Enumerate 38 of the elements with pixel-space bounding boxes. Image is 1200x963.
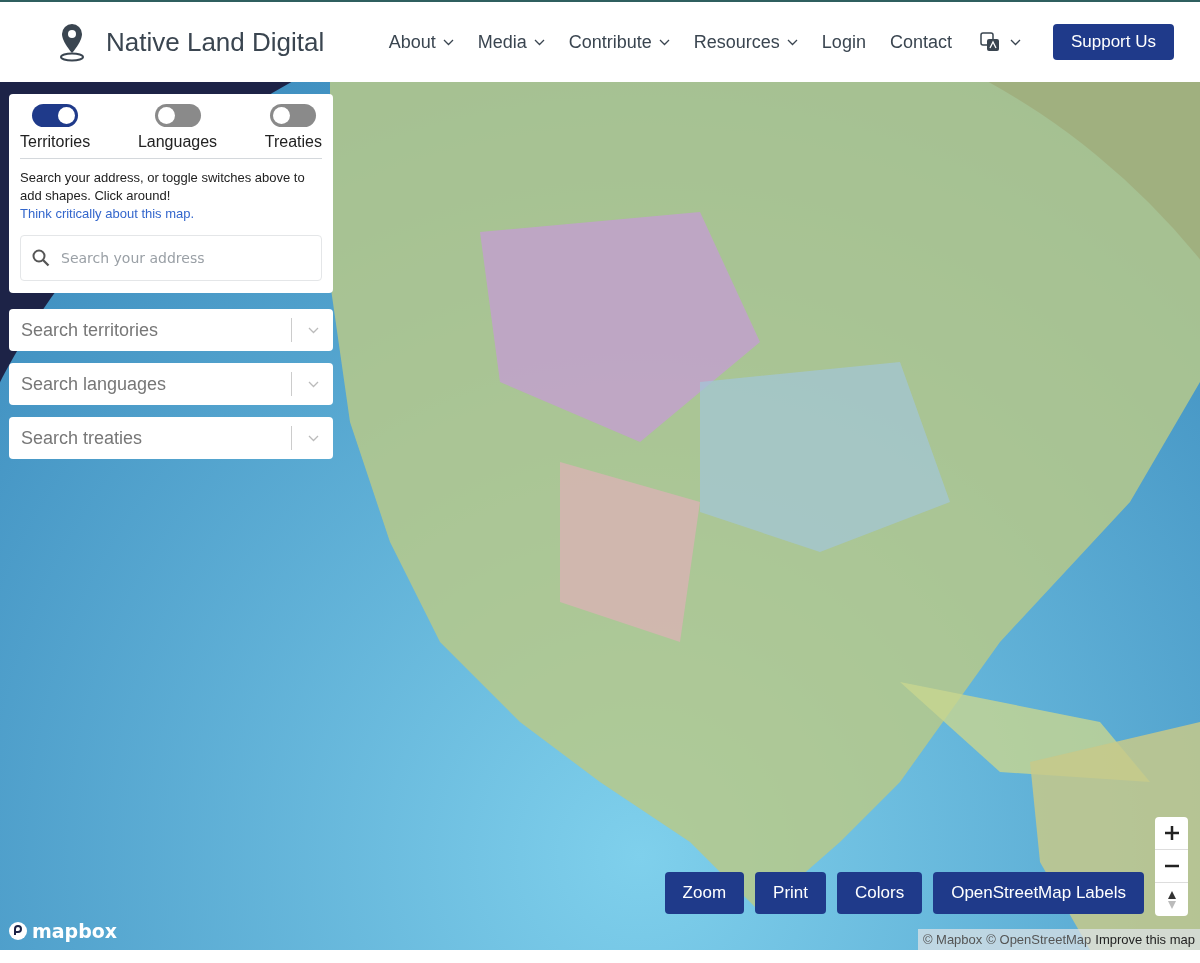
attribution-link[interactable]: © Mapbox	[922, 932, 983, 947]
nav-link[interactable]: Login	[811, 25, 876, 59]
intro-text: Search your address, or toggle switches above to add shapes. Click around! Think critically about this map.	[20, 169, 306, 223]
chevron-down-icon	[307, 380, 319, 388]
search-select[interactable]: Search languages	[9, 363, 333, 405]
logo-text: mapbox	[32, 920, 118, 942]
chevron-down-icon	[1009, 38, 1021, 46]
nav-link[interactable]: Contact	[879, 25, 962, 59]
compass-icon	[1166, 889, 1177, 910]
map-button[interactable]: Zoom	[664, 872, 745, 914]
toggle-switch[interactable]	[154, 104, 201, 127]
toggle-label: Territories	[20, 133, 91, 151]
nav-link[interactable]: Media	[467, 25, 555, 59]
chevron-down-icon	[307, 326, 319, 334]
logo-icon	[8, 921, 28, 941]
map-button[interactable]: Print	[755, 872, 827, 914]
address-search-field[interactable]: Search your address	[20, 235, 322, 281]
support-button[interactable]: Support Us	[1052, 24, 1174, 60]
search-select[interactable]: Search territories	[9, 309, 333, 351]
nav-link[interactable]: About	[378, 25, 464, 59]
chevron-down-icon	[307, 434, 319, 442]
search-icon	[32, 249, 50, 267]
map-button[interactable]: OpenStreetMap Labels	[933, 872, 1144, 914]
site-title: Native Land Digital	[106, 26, 325, 58]
critical-link[interactable]: Think critically about this map.	[20, 206, 195, 221]
toggle-switch[interactable]	[32, 104, 79, 127]
toggle-switch[interactable]	[270, 104, 317, 127]
translate-icon	[979, 32, 1000, 52]
nav-link[interactable]: Contribute	[558, 25, 680, 59]
map-button[interactable]: Colors	[837, 872, 923, 914]
nav-link[interactable]: Resources	[683, 25, 808, 59]
plus-icon	[1164, 826, 1179, 840]
map-pin-icon	[58, 22, 86, 62]
toggle-label: Treaties	[264, 133, 322, 151]
attribution-link[interactable]: © OpenStreetMap	[986, 932, 1092, 947]
search-select[interactable]: Search treaties	[9, 417, 333, 459]
toggle-label: Languages	[137, 133, 218, 151]
improve-map-link[interactable]: Improve this map	[1095, 932, 1195, 947]
